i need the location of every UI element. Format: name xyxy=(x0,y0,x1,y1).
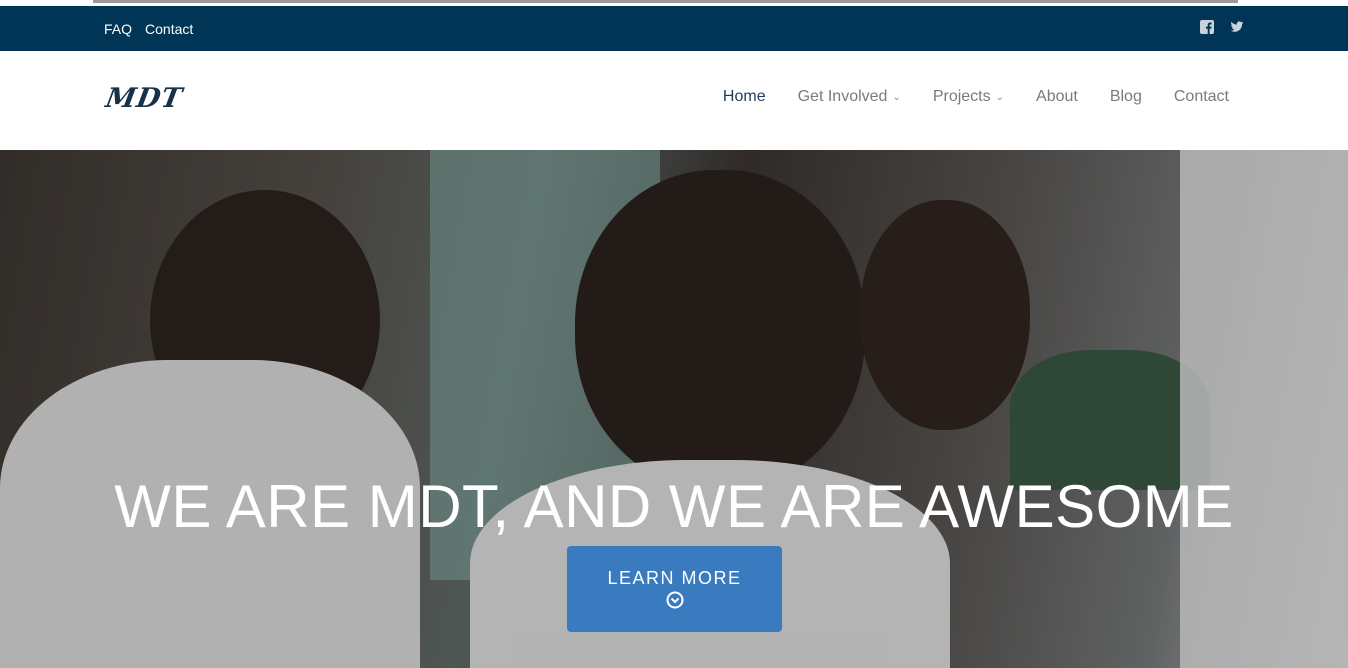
nav-item-about[interactable]: About xyxy=(1036,88,1078,106)
faq-link[interactable]: FAQ xyxy=(104,21,132,37)
nav-item-contact[interactable]: Contact xyxy=(1174,88,1229,106)
twitter-icon[interactable] xyxy=(1230,20,1244,34)
nav-item-label: Projects xyxy=(932,88,991,105)
main-navbar: MDT Home Get Involved ⌄ Projects ⌄ About… xyxy=(0,51,1348,150)
nav-item-blog[interactable]: Blog xyxy=(1110,88,1142,106)
nav-item-label: Contact xyxy=(1173,88,1229,105)
top-contact-link[interactable]: Contact xyxy=(145,21,193,37)
top-bar: FAQ Contact xyxy=(0,6,1348,51)
nav-item-label: About xyxy=(1036,88,1078,105)
nav-item-label: Blog xyxy=(1109,88,1142,105)
social-links xyxy=(1200,20,1244,34)
top-bar-links: FAQ Contact xyxy=(104,21,193,37)
hero-headline: WE ARE MDT, AND WE ARE AWESOME xyxy=(114,473,1234,540)
nav-item-get-involved[interactable]: Get Involved ⌄ xyxy=(798,88,901,106)
learn-more-button[interactable]: LEARN MORE xyxy=(567,546,782,632)
main-menu: Home Get Involved ⌄ Projects ⌄ About Blo… xyxy=(691,88,1229,106)
facebook-icon[interactable] xyxy=(1200,20,1214,34)
nav-item-label: Get Involved xyxy=(797,88,888,105)
learn-more-label: LEARN MORE xyxy=(607,568,742,588)
chevron-down-icon: ⌄ xyxy=(892,91,901,103)
hero-banner: WE ARE MDT, AND WE ARE AWESOME LEARN MOR… xyxy=(0,150,1348,668)
scrollbar-thumb[interactable] xyxy=(93,0,1238,3)
nav-item-label: Home xyxy=(722,88,766,105)
site-logo[interactable]: MDT xyxy=(103,83,185,114)
nav-item-home[interactable]: Home xyxy=(723,88,766,106)
chevron-circle-down-icon xyxy=(666,591,684,609)
chevron-down-icon: ⌄ xyxy=(995,91,1005,103)
nav-item-projects[interactable]: Projects ⌄ xyxy=(933,88,1004,106)
